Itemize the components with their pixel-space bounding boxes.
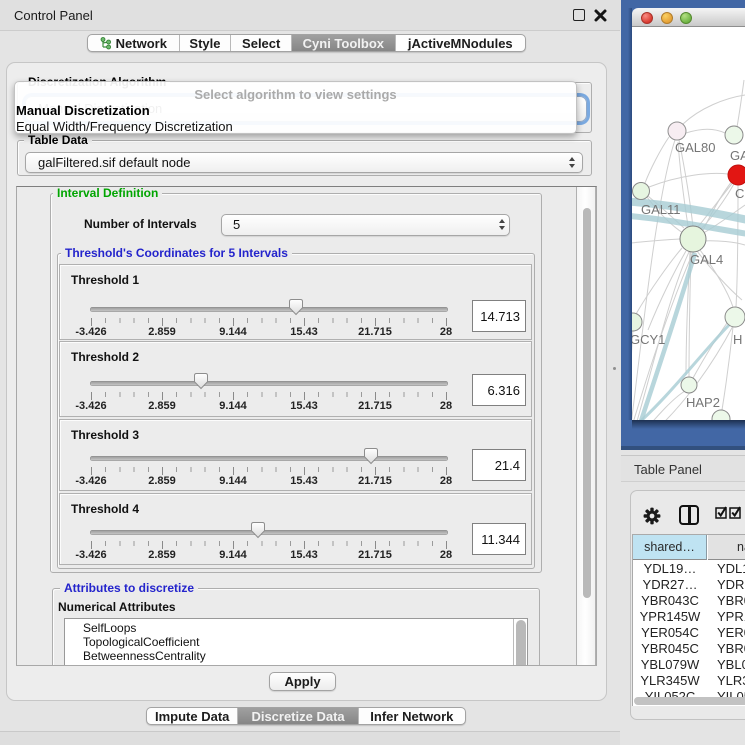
svg-text:GAL80: GAL80 [675, 140, 715, 155]
svg-text:C: C [735, 186, 744, 201]
svg-text:GAL4: GAL4 [690, 252, 723, 267]
svg-text:HAP2: HAP2 [686, 395, 720, 410]
svg-text:GCY1: GCY1 [632, 332, 665, 347]
svg-text:GA: GA [730, 148, 745, 163]
svg-text:H: H [733, 332, 742, 347]
svg-text:GAL11: GAL11 [641, 202, 681, 217]
